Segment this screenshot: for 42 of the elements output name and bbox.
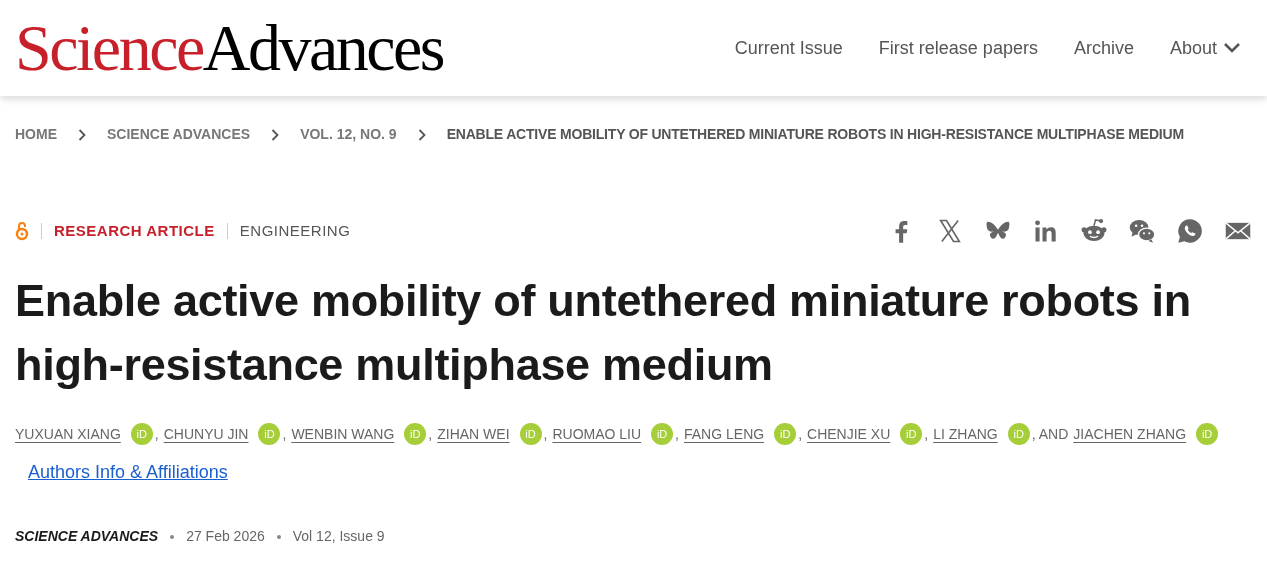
separator-dot-icon bbox=[170, 534, 175, 539]
chevron-right-icon bbox=[78, 128, 86, 141]
author-link[interactable]: LI ZHANG bbox=[933, 423, 998, 445]
author-link[interactable]: JIACHEN ZHANG bbox=[1073, 423, 1187, 445]
author-separator: , bbox=[154, 424, 159, 444]
article-title: Enable active mobility of untethered miniature robots in high-resistance multiphase medium bbox=[14, 274, 1192, 392]
logo-text: Science bbox=[15, 15, 203, 81]
chevron-right-icon bbox=[417, 128, 426, 141]
journal-name: SCIENCE ADVANCES bbox=[15, 527, 159, 546]
author-separator: , bbox=[798, 424, 803, 444]
chat-bubbles-icon[interactable] bbox=[1128, 217, 1156, 245]
author-link[interactable]: CHUNYU JIN bbox=[163, 423, 249, 445]
author-link[interactable]: FANG LENG bbox=[684, 423, 765, 445]
author-link[interactable]: CHENJIE XU bbox=[807, 423, 891, 445]
authors-info-link[interactable]: Authors Info & Affiliations bbox=[28, 462, 228, 482]
breadcrumb-current: ENABLE ACTIVE MOBILITY OF UNTETHERED MINIATURE ROBOTS IN HIGH-RESISTANCE MULTIPHASE MEDIUM bbox=[446, 125, 1184, 144]
logo-text: Advances bbox=[202, 15, 443, 81]
author-separator: , bbox=[675, 424, 679, 444]
author-separator: , AND bbox=[1031, 424, 1069, 444]
author-separator: , bbox=[924, 424, 929, 444]
breadcrumb-link[interactable]: HOME bbox=[15, 124, 57, 145]
nav-link[interactable]: First release papers bbox=[878, 34, 1038, 62]
subject-label[interactable]: ENGINEERING bbox=[239, 219, 351, 243]
separator-dot-icon bbox=[276, 534, 281, 539]
publication-date: 27 Feb 2026 bbox=[186, 527, 265, 546]
author-link[interactable]: RUOMAO LIU bbox=[552, 423, 642, 445]
author-separator: , bbox=[543, 424, 548, 444]
nav-link[interactable]: Archive bbox=[1073, 34, 1134, 62]
chevron-right-icon bbox=[271, 128, 280, 141]
author-separator: , bbox=[428, 424, 433, 444]
chevron-down-icon bbox=[1223, 42, 1241, 54]
article-type[interactable]: RESEARCH ARTICLE bbox=[54, 219, 215, 243]
phone-bubble-icon[interactable] bbox=[1176, 217, 1204, 245]
author-link[interactable]: ZIHAN WEI bbox=[437, 423, 510, 445]
breadcrumb-link[interactable]: VOL. 12, NO. 9 bbox=[300, 124, 397, 145]
breadcrumb-link[interactable]: SCIENCE ADVANCES bbox=[107, 124, 251, 145]
nav-link[interactable]: Current Issue bbox=[734, 34, 843, 62]
nav-menu[interactable]: About bbox=[1169, 34, 1241, 62]
issue-link[interactable]: Vol 12, Issue 9 bbox=[292, 526, 385, 547]
author-link[interactable]: YUXUAN XIANG bbox=[15, 423, 121, 445]
author-link[interactable]: WENBIN WANG bbox=[291, 423, 395, 445]
author-separator: , bbox=[282, 424, 287, 444]
